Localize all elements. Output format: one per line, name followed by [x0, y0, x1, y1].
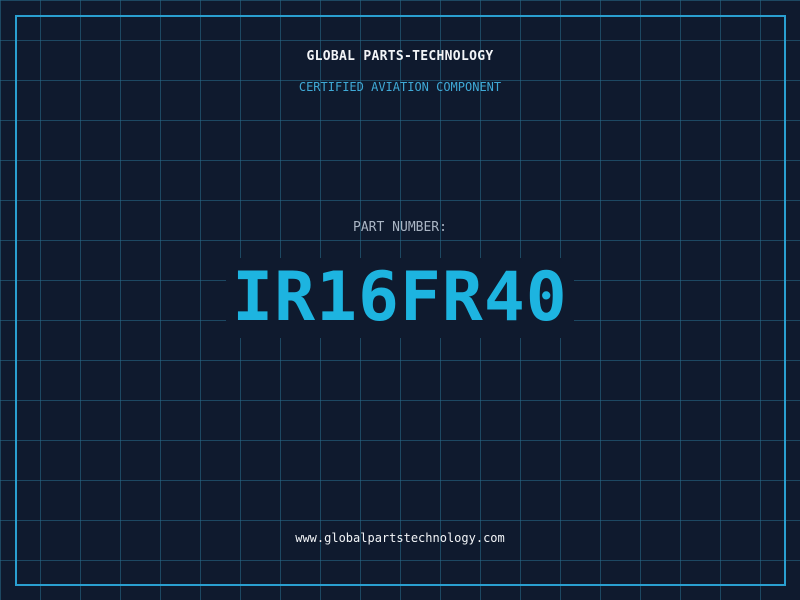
part-label-card: GLOBAL PARTS-TECHNOLOGY CERTIFIED AVIATI… — [0, 0, 800, 600]
company-name: GLOBAL PARTS-TECHNOLOGY — [306, 49, 494, 64]
part-number-container: IR16FR40 — [0, 258, 800, 338]
certification-tagline: CERTIFIED AVIATION COMPONENT — [298, 80, 502, 94]
part-number-value: IR16FR40 — [226, 258, 574, 338]
part-number-label: PART NUMBER: — [353, 220, 447, 235]
website-url: www.globalpartstechnology.com — [295, 531, 505, 545]
